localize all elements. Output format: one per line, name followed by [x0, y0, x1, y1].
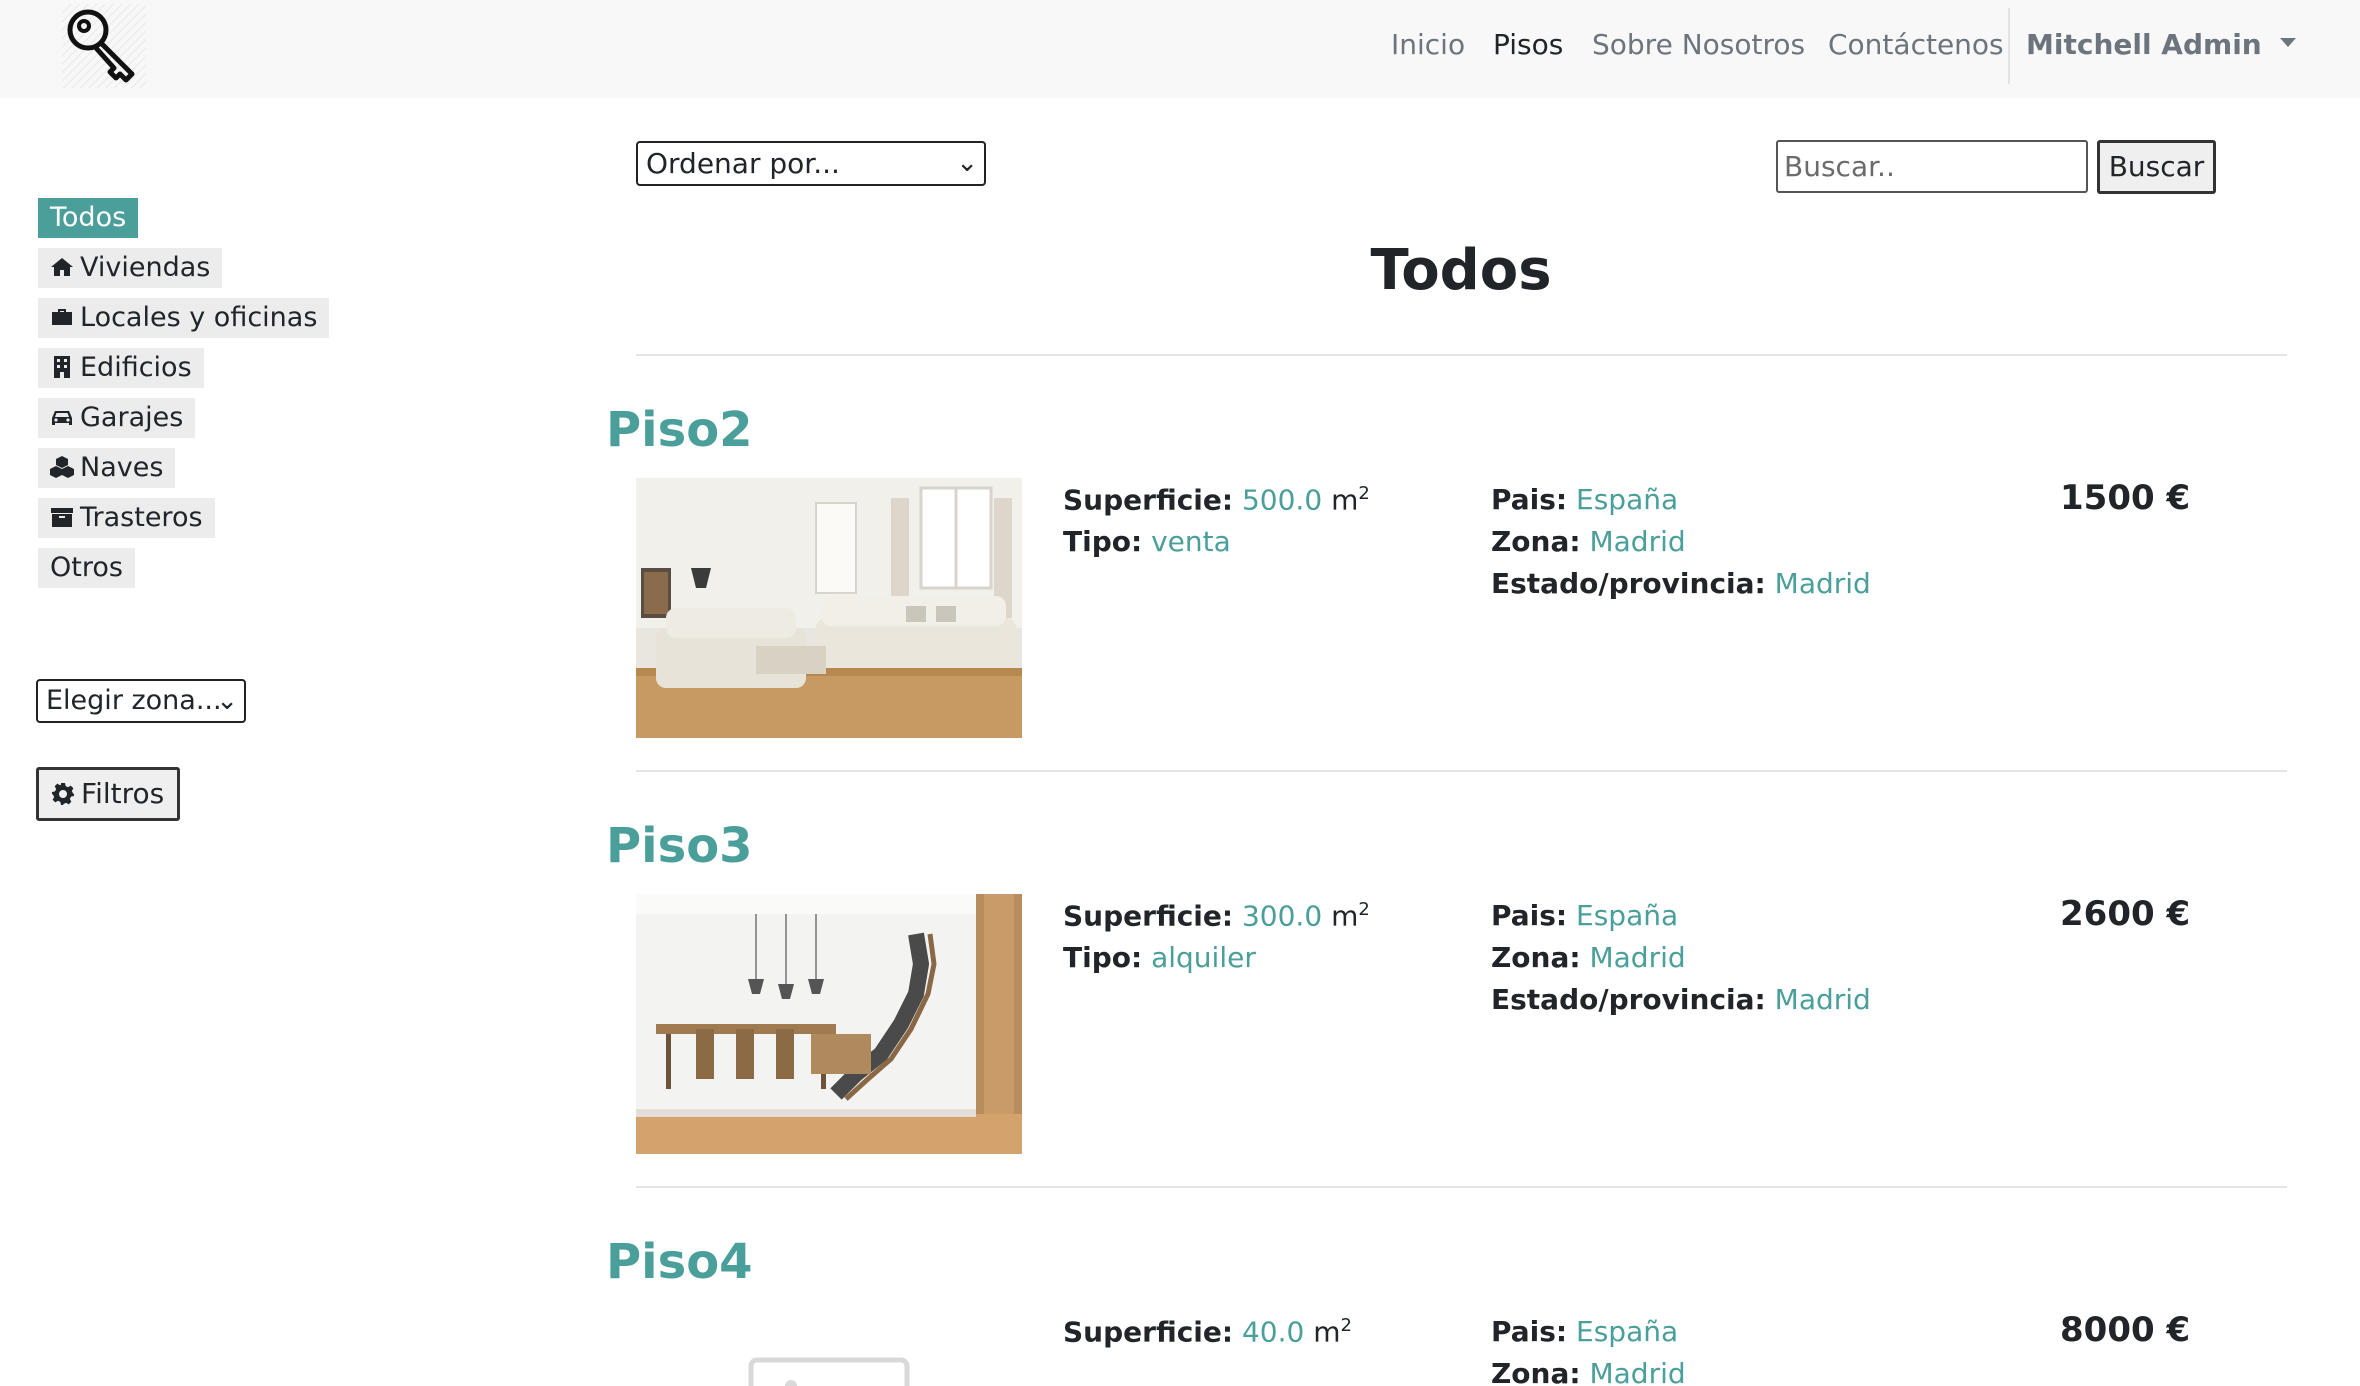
- listing-title[interactable]: Piso3: [606, 818, 753, 874]
- listing-price: 8000 €: [2060, 1310, 2191, 1350]
- surface-field: Superficie: 40.0 m2: [1063, 1315, 1352, 1349]
- listing-image[interactable]: [636, 478, 1022, 738]
- filters-button[interactable]: Filtros: [36, 767, 180, 821]
- country-field: Pais: España: [1491, 483, 1679, 516]
- search-input[interactable]: Buscar..: [1776, 140, 2088, 193]
- category-label: Naves: [80, 452, 164, 483]
- car-icon: [52, 411, 72, 425]
- category-viviendas[interactable]: Viviendas: [38, 248, 223, 288]
- chevron-down-icon: ⌄: [216, 686, 238, 716]
- zone-value: Madrid: [1589, 941, 1686, 974]
- category-label: Locales y oficinas: [80, 302, 318, 333]
- top-navbar: Inicio Pisos Sobre Nosotros Contáctenos …: [0, 0, 2360, 98]
- divider: [636, 770, 2287, 772]
- chevron-down-icon: ⌄: [956, 148, 978, 178]
- state-field: Estado/provincia: Madrid: [1491, 983, 1871, 1016]
- zone-field: Zona: Madrid: [1491, 525, 1686, 558]
- category-label: Edificios: [80, 352, 192, 383]
- home-icon: [51, 258, 73, 276]
- gear-icon: [52, 783, 74, 805]
- listing-price: 2600 €: [2060, 894, 2191, 934]
- category-edificios[interactable]: Edificios: [38, 348, 204, 388]
- category-trasteros[interactable]: Trasteros: [38, 498, 215, 538]
- type-field: Tipo: alquiler: [1063, 941, 1256, 974]
- listing-title[interactable]: Piso2: [606, 402, 753, 458]
- type-value: venta: [1151, 525, 1231, 558]
- nav-link-contactenos[interactable]: Contáctenos: [1828, 28, 2004, 61]
- category-naves[interactable]: Naves: [38, 448, 176, 488]
- type-field: Tipo: venta: [1063, 525, 1231, 558]
- filters-label: Filtros: [81, 777, 165, 810]
- caret-down-icon: [2279, 37, 2296, 47]
- divider: [636, 1186, 2287, 1188]
- category-label: Otros: [50, 552, 123, 583]
- surface-field: Superficie: 500.0 m2: [1063, 483, 1370, 517]
- sort-select[interactable]: Ordenar por... ⌄: [636, 141, 986, 186]
- category-todos[interactable]: Todos: [38, 198, 139, 238]
- divider: [636, 354, 2287, 356]
- country-field: Pais: España: [1491, 899, 1679, 932]
- sort-select-value: Ordenar por...: [646, 147, 840, 180]
- nav-link-pisos[interactable]: Pisos: [1493, 28, 1563, 61]
- nav-link-sobre-nosotros[interactable]: Sobre Nosotros: [1592, 28, 1805, 61]
- category-label: Garajes: [80, 402, 184, 433]
- category-garajes[interactable]: Garajes: [38, 398, 196, 438]
- surface-field: Superficie: 300.0 m2: [1063, 899, 1370, 933]
- zone-value: Madrid: [1589, 525, 1686, 558]
- zone-value: Madrid: [1589, 1357, 1686, 1386]
- cubes-icon: [50, 456, 74, 478]
- zone-select[interactable]: Elegir zona... ⌄: [36, 679, 246, 723]
- category-label: Viviendas: [80, 252, 211, 283]
- briefcase-icon: [52, 309, 72, 325]
- search-button[interactable]: Buscar: [2097, 140, 2216, 194]
- category-label: Trasteros: [80, 502, 203, 533]
- user-name: Mitchell Admin: [2026, 28, 2262, 61]
- listing-image[interactable]: [636, 894, 1022, 1154]
- state-value: Madrid: [1774, 983, 1871, 1016]
- key-icon[interactable]: [62, 4, 146, 88]
- type-value: alquiler: [1151, 941, 1256, 974]
- page-title: Todos: [1370, 238, 1552, 303]
- listing-title[interactable]: Piso4: [606, 1234, 753, 1290]
- nav-divider: [2008, 8, 2010, 84]
- zone-select-value: Elegir zona...: [46, 685, 222, 716]
- country-field: Pais: España: [1491, 1315, 1679, 1348]
- nav-link-inicio[interactable]: Inicio: [1391, 28, 1465, 61]
- listing-price: 1500 €: [2060, 478, 2191, 518]
- category-otros[interactable]: Otros: [38, 548, 135, 588]
- category-locales-y-oficinas[interactable]: Locales y oficinas: [38, 298, 330, 338]
- country-value: España: [1576, 1315, 1679, 1348]
- category-label: Todos: [50, 202, 127, 233]
- state-value: Madrid: [1774, 567, 1871, 600]
- archive-icon: [51, 508, 73, 527]
- country-value: España: [1576, 483, 1679, 516]
- user-menu-dropdown[interactable]: Mitchell Admin: [2026, 28, 2296, 61]
- country-value: España: [1576, 899, 1679, 932]
- surface-value: 40.0: [1241, 1315, 1305, 1349]
- listing-image-placeholder[interactable]: [636, 1310, 1022, 1386]
- zone-field: Zona: Madrid: [1491, 941, 1686, 974]
- building-icon: [54, 356, 70, 378]
- state-field: Estado/provincia: Madrid: [1491, 567, 1871, 600]
- surface-value: 500.0: [1241, 483, 1323, 517]
- zone-field: Zona: Madrid: [1491, 1357, 1686, 1386]
- surface-value: 300.0: [1241, 899, 1323, 933]
